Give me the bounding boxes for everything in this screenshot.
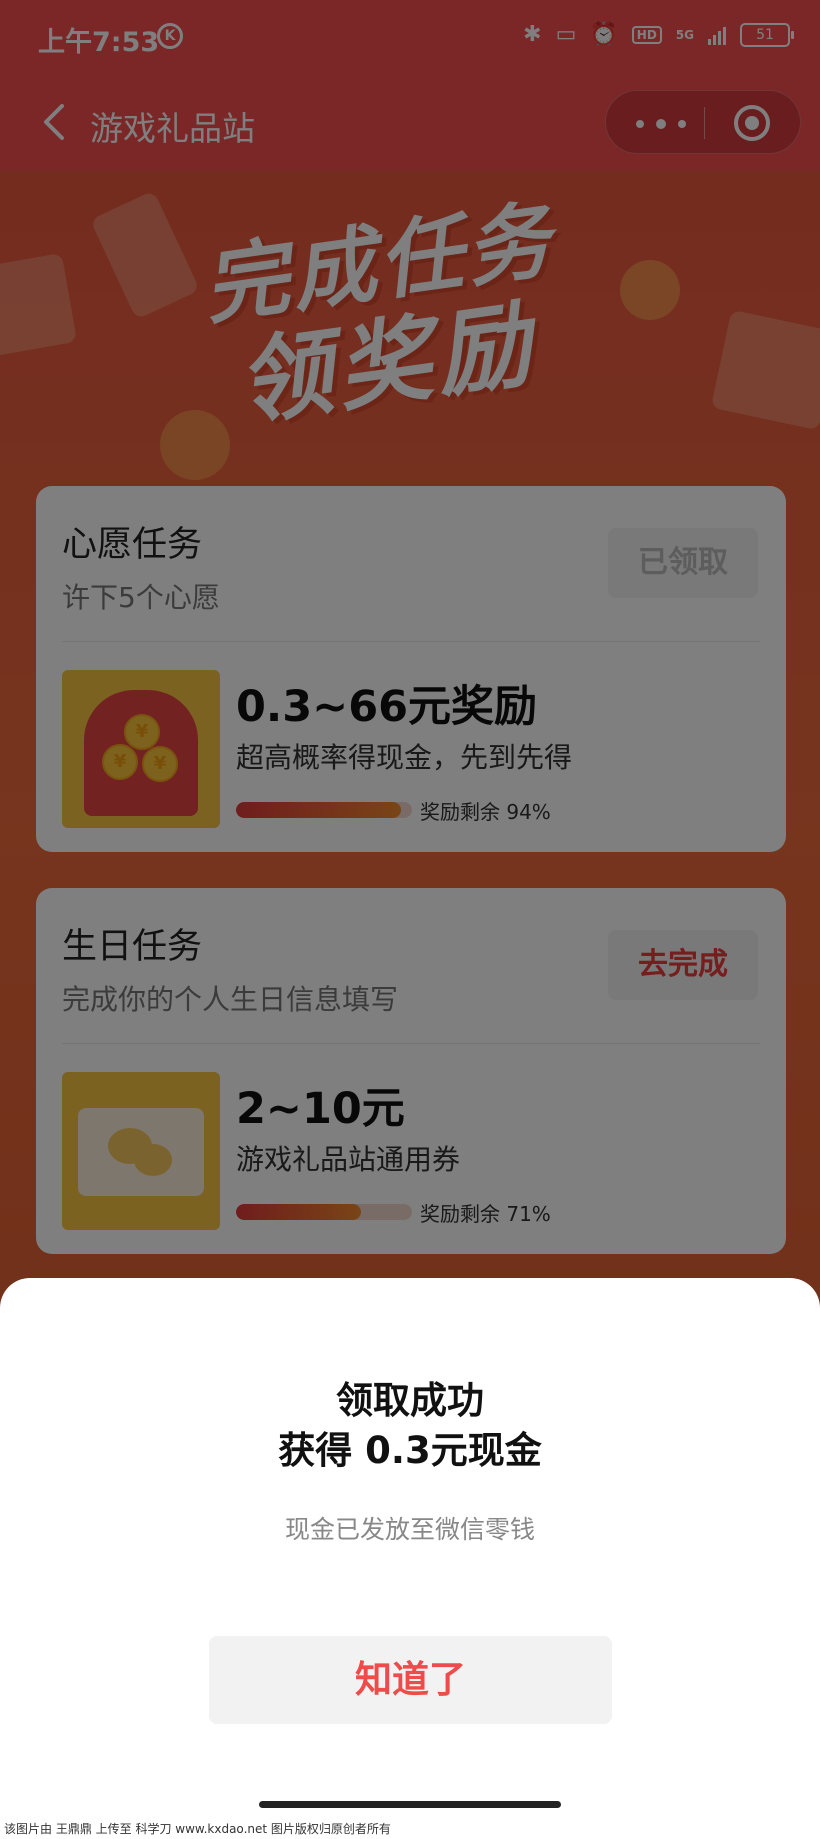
sheet-title: 领取成功 bbox=[336, 1379, 484, 1422]
got-it-button[interactable]: 知道了 bbox=[209, 1636, 612, 1724]
success-bottom-sheet: 领取成功 获得 0.3元现金 现金已发放至微信零钱 知道了 bbox=[0, 1278, 820, 1839]
home-indicator[interactable] bbox=[259, 1801, 561, 1808]
watermark: 该图片由 王鼎鼎 上传至 科学刀 www.kxdao.net 图片版权归原创者所… bbox=[0, 1820, 820, 1839]
sheet-note: 现金已发放至微信零钱 bbox=[284, 1515, 535, 1544]
sheet-amount: 获得 0.3元现金 bbox=[278, 1429, 542, 1472]
